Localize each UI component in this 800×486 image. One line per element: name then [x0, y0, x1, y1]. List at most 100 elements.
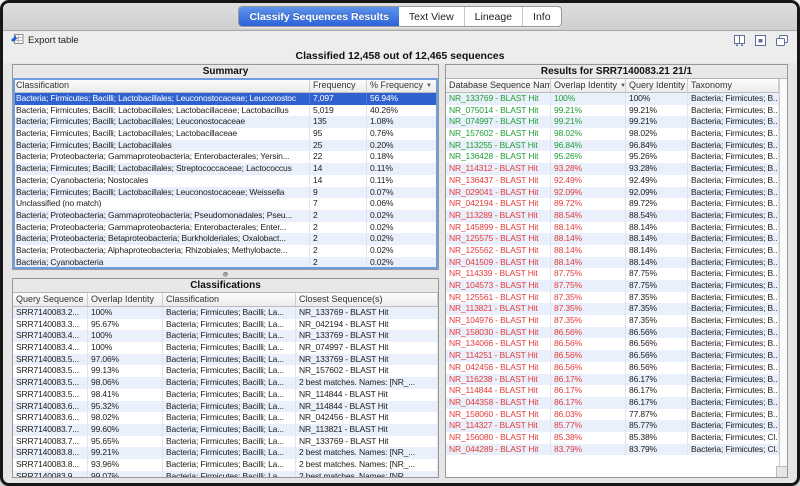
table-row[interactable]: Bacteria; Firmicutes; Bacilli; Lactobaci…: [13, 187, 438, 199]
column-header[interactable]: Query Identity: [626, 79, 688, 92]
table-row[interactable]: SRR7140083.5...97.06%Bacteria; Firmicute…: [13, 354, 438, 366]
table-row[interactable]: Bacteria; Firmicutes; Bacilli; Lactobaci…: [13, 128, 438, 140]
table-row[interactable]: Bacteria; Firmicutes; Bacilli; Lactobaci…: [13, 140, 438, 152]
table-cell: 87.35%: [551, 292, 626, 304]
table-cell: 86.56%: [551, 327, 626, 339]
table-cell: Unclassified (no match): [13, 198, 310, 210]
table-cell: Bacteria; Firmicutes; B...: [688, 257, 779, 269]
table-row[interactable]: NR_134066 - BLAST Hit86.56%86.56%Bacteri…: [446, 338, 779, 350]
table-row[interactable]: NR_158060 - BLAST Hit86.03%77.87%Bacteri…: [446, 409, 779, 421]
table-row[interactable]: NR_042456 - BLAST Hit86.56%86.56%Bacteri…: [446, 362, 779, 374]
tab-lineage[interactable]: Lineage: [464, 7, 522, 26]
table-row[interactable]: SRR7140083.8...99.21%Bacteria; Firmicute…: [13, 447, 438, 459]
table-row[interactable]: Bacteria; Cyanobacteria; Nostocales140.1…: [13, 175, 438, 187]
table-row[interactable]: NR_104976 - BLAST Hit87.35%87.35%Bacteri…: [446, 315, 779, 327]
column-header[interactable]: Database Sequence Name: [446, 79, 551, 92]
table-cell: Bacteria; Firmicutes; Bacilli; La...: [163, 436, 296, 448]
table-row[interactable]: NR_104573 - BLAST Hit87.75%87.75%Bacteri…: [446, 280, 779, 292]
split-view-icon[interactable]: [733, 34, 746, 47]
column-header[interactable]: Closest Sequence(s): [296, 293, 438, 306]
table-cell: 100%: [88, 307, 163, 319]
table-row[interactable]: SRR7140083.7...99.60%Bacteria; Firmicute…: [13, 424, 438, 436]
table-row[interactable]: NR_114339 - BLAST Hit87.75%87.75%Bacteri…: [446, 268, 779, 280]
table-row[interactable]: SRR7140083.6...95.32%Bacteria; Firmicute…: [13, 401, 438, 413]
table-row[interactable]: NR_114844 - BLAST Hit86.17%86.17%Bacteri…: [446, 385, 779, 397]
tab-info[interactable]: Info: [522, 7, 561, 26]
column-header[interactable]: Classification: [163, 293, 296, 306]
table-row[interactable]: Bacteria; Proteobacteria; Gammaproteobac…: [13, 210, 438, 222]
tab-classify-sequences-results[interactable]: Classify Sequences Results: [239, 7, 398, 26]
table-cell: Bacteria; Firmicutes; B...: [688, 397, 779, 409]
table-row[interactable]: NR_114312 - BLAST Hit93.28%93.28%Bacteri…: [446, 163, 779, 175]
table-row[interactable]: NR_157602 - BLAST Hit98.02%98.02%Bacteri…: [446, 128, 779, 140]
table-row[interactable]: NR_125575 - BLAST Hit88.14%88.14%Bacteri…: [446, 233, 779, 245]
column-header[interactable]: % Frequency▼: [367, 79, 438, 92]
table-row[interactable]: NR_158030 - BLAST Hit86.56%86.56%Bacteri…: [446, 327, 779, 339]
table-row[interactable]: NR_125562 - BLAST Hit88.14%88.14%Bacteri…: [446, 245, 779, 257]
table-row[interactable]: SRR7140083.2...100%Bacteria; Firmicutes;…: [13, 307, 438, 319]
table-row[interactable]: NR_116238 - BLAST Hit86.17%86.17%Bacteri…: [446, 374, 779, 386]
results-vertical-scrollbar[interactable]: [779, 79, 787, 477]
table-row[interactable]: SRR7140083.6...98.02%Bacteria; Firmicute…: [13, 412, 438, 424]
column-header[interactable]: Taxonomy: [688, 79, 779, 92]
table-row[interactable]: Unclassified (no match)70.06%: [13, 198, 438, 210]
table-row[interactable]: SRR7140083.8...93.96%Bacteria; Firmicute…: [13, 459, 438, 471]
table-cell: NR_158030 - BLAST Hit: [446, 327, 551, 339]
table-row[interactable]: NR_125561 - BLAST Hit87.35%87.35%Bacteri…: [446, 292, 779, 304]
table-cell: 83.79%: [551, 444, 626, 456]
column-header[interactable]: Overlap Identity: [88, 293, 163, 306]
results-panel-title: Results for SRR7140083.21 21/1: [446, 65, 787, 78]
table-row[interactable]: Bacteria; Firmicutes; Bacilli; Lactobaci…: [13, 93, 438, 105]
table-row[interactable]: SRR7140083.4...100%Bacteria; Firmicutes;…: [13, 342, 438, 354]
table-row[interactable]: NR_042194 - BLAST Hit89.72%89.72%Bacteri…: [446, 198, 779, 210]
table-row[interactable]: NR_114251 - BLAST Hit86.56%86.56%Bacteri…: [446, 350, 779, 362]
table-row[interactable]: Bacteria; Firmicutes; Bacilli; Lactobaci…: [13, 105, 438, 117]
table-cell: 99.21%: [551, 116, 626, 128]
dock-view-icon[interactable]: [754, 34, 767, 47]
column-header[interactable]: Query Sequence▲: [13, 293, 88, 306]
column-header[interactable]: Classification: [13, 79, 310, 92]
right-column: Results for SRR7140083.21 21/1 Database …: [445, 64, 788, 478]
table-row[interactable]: Bacteria; Firmicutes; Bacilli; Lactobaci…: [13, 116, 438, 128]
stack-windows-icon[interactable]: [775, 34, 789, 47]
table-cell: 89.72%: [551, 198, 626, 210]
table-row[interactable]: NR_133769 - BLAST Hit100%100%Bacteria; F…: [446, 93, 779, 105]
column-header[interactable]: Frequency: [310, 79, 367, 92]
table-row[interactable]: Bacteria; Proteobacteria; Gammaproteobac…: [13, 151, 438, 163]
table-row[interactable]: SRR7140083.5...98.06%Bacteria; Firmicute…: [13, 377, 438, 389]
table-row[interactable]: SRR7140083.3...95.67%Bacteria; Firmicute…: [13, 319, 438, 331]
table-row[interactable]: SRR7140083.5...98.41%Bacteria; Firmicute…: [13, 389, 438, 401]
table-row[interactable]: NR_044289 - BLAST Hit83.79%83.79%Bacteri…: [446, 444, 779, 456]
table-cell: Bacteria; Firmicutes; B...: [688, 233, 779, 245]
table-row[interactable]: NR_044358 - BLAST Hit86.17%86.17%Bacteri…: [446, 397, 779, 409]
table-row[interactable]: SRR7140083.9...99.07%Bacteria; Firmicute…: [13, 471, 438, 477]
table-row[interactable]: Bacteria; Cyanobacteria20.02%: [13, 257, 438, 269]
table-row[interactable]: NR_113821 - BLAST Hit87.35%87.35%Bacteri…: [446, 303, 779, 315]
table-row[interactable]: SRR7140083.7...95.65%Bacteria; Firmicute…: [13, 436, 438, 448]
export-table-button[interactable]: Export table: [11, 33, 79, 48]
table-row[interactable]: NR_156080 - BLAST Hit85.38%85.38%Bacteri…: [446, 432, 779, 444]
column-header[interactable]: Overlap Identity▼: [551, 79, 626, 92]
table-row[interactable]: Bacteria; Proteobacteria; Gammaproteobac…: [13, 222, 438, 234]
table-cell: 2: [310, 245, 367, 257]
table-row[interactable]: Bacteria; Proteobacteria; Betaproteobact…: [13, 233, 438, 245]
panel-splitter-horizontal[interactable]: [12, 270, 439, 278]
tab-text-view[interactable]: Text View: [399, 7, 464, 26]
table-row[interactable]: NR_029041 - BLAST Hit92.09%92.09%Bacteri…: [446, 187, 779, 199]
table-row[interactable]: NR_114327 - BLAST Hit85.77%85.77%Bacteri…: [446, 420, 779, 432]
table-row[interactable]: NR_074997 - BLAST Hit99.21%99.21%Bacteri…: [446, 116, 779, 128]
table-row[interactable]: Bacteria; Firmicutes; Bacilli; Lactobaci…: [13, 163, 438, 175]
table-row[interactable]: NR_075014 - BLAST Hit99.21%99.21%Bacteri…: [446, 105, 779, 117]
table-row[interactable]: SRR7140083.5...99.13%Bacteria; Firmicute…: [13, 365, 438, 377]
table-cell: 88.14%: [551, 257, 626, 269]
table-cell: NR_114844 - BLAST Hit: [446, 385, 551, 397]
table-row[interactable]: NR_136428 - BLAST Hit95.26%95.26%Bacteri…: [446, 151, 779, 163]
table-row[interactable]: NR_041509 - BLAST Hit88.14%88.14%Bacteri…: [446, 257, 779, 269]
table-row[interactable]: NR_136437 - BLAST Hit92.49%92.49%Bacteri…: [446, 175, 779, 187]
table-cell: 0.11%: [367, 175, 438, 187]
table-row[interactable]: NR_145899 - BLAST Hit88.14%88.14%Bacteri…: [446, 222, 779, 234]
table-row[interactable]: SRR7140083.4...100%Bacteria; Firmicutes;…: [13, 330, 438, 342]
table-row[interactable]: Bacteria; Proteobacteria; Alphaproteobac…: [13, 245, 438, 257]
table-row[interactable]: NR_113289 - BLAST Hit88.54%88.54%Bacteri…: [446, 210, 779, 222]
table-row[interactable]: NR_113255 - BLAST Hit96.84%96.84%Bacteri…: [446, 140, 779, 152]
